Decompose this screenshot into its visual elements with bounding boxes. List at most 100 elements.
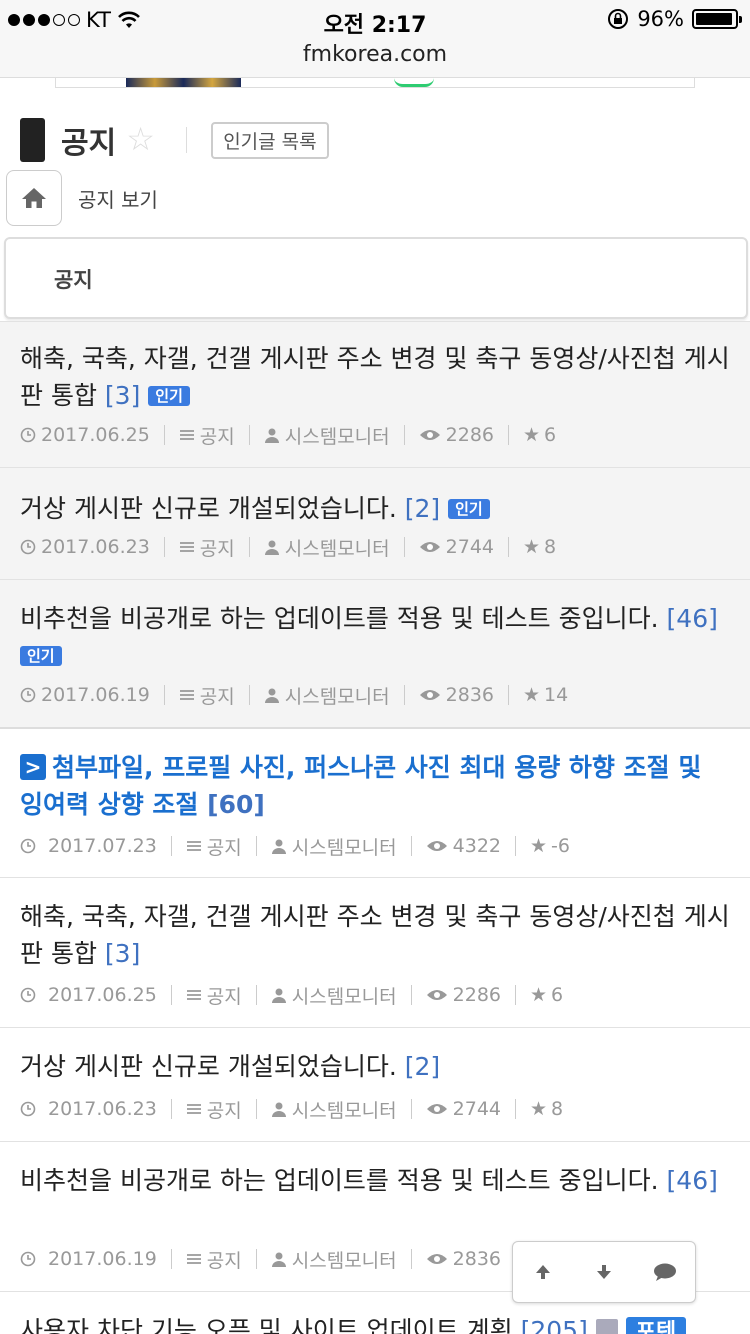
post-author[interactable]: 시스템모니터 xyxy=(285,534,390,561)
list-item[interactable]: 해축, 국축, 자갤, 건갤 게시판 주소 변경 및 축구 동영상/사진첩 게시… xyxy=(0,877,750,1027)
list-item[interactable]: 거상 게시판 신규로 개설되었습니다. [2] 2017.06.23 공지 시스… xyxy=(0,1027,750,1141)
popular-badge: 인기 xyxy=(20,646,62,666)
user-icon xyxy=(264,540,279,555)
user-icon xyxy=(264,428,279,443)
post-title[interactable]: 사용자 차단 기능 오픈 및 사이트 업데이트 계획 [205] 포텐 xyxy=(20,1312,732,1334)
view-count: 2286 xyxy=(452,984,502,1006)
comment-count[interactable]: [46] xyxy=(667,604,718,633)
post-meta: 2017.06.23 공지 시스템모니터 2744 ★ 8 xyxy=(20,1096,563,1122)
popular-badge: 인기 xyxy=(148,386,190,406)
eye-icon xyxy=(419,430,440,440)
clock-icon xyxy=(20,539,36,555)
view-count: 2286 xyxy=(445,424,495,446)
post-author[interactable]: 시스템모니터 xyxy=(292,982,397,1009)
favorite-star-icon[interactable]: ☆ xyxy=(126,123,160,157)
clock-icon xyxy=(20,838,36,854)
post-meta: 2017.06.23 공지 시스템모니터 2744 ★ 8 xyxy=(20,534,556,560)
home-button[interactable] xyxy=(6,170,62,226)
scroll-top-button[interactable] xyxy=(523,1252,563,1292)
popular-badge: 인기 xyxy=(448,499,490,519)
post-title[interactable]: 거상 게시판 신규로 개설되었습니다. [2] 인기 xyxy=(20,490,732,527)
eye-icon xyxy=(426,1254,447,1264)
view-count: 4322 xyxy=(452,835,502,857)
category-selector[interactable]: 공지 xyxy=(4,237,748,319)
star-icon: ★ xyxy=(523,536,541,558)
clock-icon xyxy=(20,1251,36,1267)
home-icon xyxy=(22,188,46,208)
post-title[interactable]: 비추천을 비공개로 하는 업데이트를 적용 및 테스트 중입니다. [46] xyxy=(20,1162,732,1199)
post-category[interactable]: 공지 xyxy=(200,682,235,709)
address-bar[interactable]: fmkorea.com xyxy=(0,40,750,78)
view-count: 2744 xyxy=(445,536,495,558)
post-author[interactable]: 시스템모니터 xyxy=(292,1246,397,1273)
board-title[interactable]: 공지 xyxy=(61,118,116,162)
user-icon xyxy=(271,1102,286,1117)
clock-icon xyxy=(20,687,36,703)
post-date: 2017.07.23 xyxy=(48,835,157,857)
category-label: 공지 xyxy=(54,268,93,292)
comment-count[interactable]: [60] xyxy=(207,790,265,819)
post-date: 2017.06.25 xyxy=(48,984,157,1006)
comment-count[interactable]: [205] xyxy=(521,1316,588,1334)
post-author[interactable]: 시스템모니터 xyxy=(285,682,390,709)
user-icon xyxy=(264,688,279,703)
poten-badge: 포텐 xyxy=(625,1317,687,1334)
eye-icon xyxy=(426,1104,447,1114)
post-title[interactable]: 비추천을 비공개로 하는 업데이트를 적용 및 테스트 중입니다. [46] 인… xyxy=(20,600,732,674)
post-title[interactable]: 거상 게시판 신규로 개설되었습니다. [2] xyxy=(20,1048,732,1085)
eye-icon xyxy=(419,690,440,700)
post-title[interactable]: 해축, 국축, 자갤, 건갤 게시판 주소 변경 및 축구 동영상/사진첩 게시… xyxy=(20,340,732,414)
star-icon: ★ xyxy=(530,1098,548,1120)
user-icon xyxy=(271,1252,286,1267)
post-category[interactable]: 공지 xyxy=(207,833,242,860)
list-item[interactable]: 해축, 국축, 자갤, 건갤 게시판 주소 변경 및 축구 동영상/사진첩 게시… xyxy=(0,321,750,467)
comment-count[interactable]: [2] xyxy=(405,1052,440,1081)
arrow-up-icon xyxy=(536,1265,551,1279)
vote-count: 6 xyxy=(544,424,557,446)
star-icon: ★ xyxy=(523,424,541,446)
post-title[interactable]: > 첨부파일, 프로필 사진, 퍼스나콘 사진 최대 용량 하향 조절 및 잉여력… xyxy=(20,749,732,823)
post-meta: 2017.06.25 공지 시스템모니터 2286 ★ 6 xyxy=(20,422,556,448)
post-meta: 2017.06.19 공지 시스템모니터 2836 xyxy=(20,1246,501,1272)
divider xyxy=(186,127,188,153)
board-icon xyxy=(20,118,45,162)
view-count: 2836 xyxy=(452,1248,502,1270)
post-author[interactable]: 시스템모니터 xyxy=(292,1096,397,1123)
comment-count[interactable]: [3] xyxy=(105,381,140,410)
list-item[interactable]: 거상 게시판 신규로 개설되었습니다. [2] 인기 2017.06.23 공지… xyxy=(0,467,750,579)
view-count: 2744 xyxy=(452,1098,502,1120)
post-date: 2017.06.25 xyxy=(41,424,150,446)
list-item[interactable]: 비추천을 비공개로 하는 업데이트를 적용 및 테스트 중입니다. [46] 인… xyxy=(0,579,750,727)
vote-count: 6 xyxy=(551,984,564,1006)
post-author[interactable]: 시스템모니터 xyxy=(292,833,397,860)
post-title[interactable]: 해축, 국축, 자갤, 건갤 게시판 주소 변경 및 축구 동영상/사진첩 게시… xyxy=(20,898,732,972)
post-author[interactable]: 시스템모니터 xyxy=(285,422,390,449)
comment-count[interactable]: [46] xyxy=(667,1166,718,1195)
popular-list-button[interactable]: 인기글 목록 xyxy=(211,121,329,159)
list-icon xyxy=(186,1104,201,1114)
home-row: 공지 보기 xyxy=(6,170,158,226)
list-icon xyxy=(179,430,194,440)
eye-icon xyxy=(419,542,440,552)
comment-count[interactable]: [3] xyxy=(105,939,140,968)
post-date: 2017.06.19 xyxy=(48,1248,157,1270)
scroll-bottom-button[interactable] xyxy=(584,1252,624,1292)
post-category[interactable]: 공지 xyxy=(207,1096,242,1123)
post-category[interactable]: 공지 xyxy=(200,534,235,561)
post-category[interactable]: 공지 xyxy=(207,982,242,1009)
list-icon xyxy=(186,1254,201,1264)
banner-ad[interactable] xyxy=(55,78,695,88)
list-icon xyxy=(186,841,201,851)
post-category[interactable]: 공지 xyxy=(200,422,235,449)
post-category[interactable]: 공지 xyxy=(207,1246,242,1273)
eye-icon xyxy=(426,990,447,1000)
list-item[interactable]: > 첨부파일, 프로필 사진, 퍼스나콘 사진 최대 용량 하향 조절 및 잉여력… xyxy=(0,727,750,877)
comment-count[interactable]: [2] xyxy=(405,494,440,523)
vote-count: 14 xyxy=(544,684,569,706)
comments-button[interactable] xyxy=(645,1252,685,1292)
view-notice-link[interactable]: 공지 보기 xyxy=(78,184,158,213)
vote-count: -6 xyxy=(551,835,570,857)
list-icon xyxy=(179,690,194,700)
save-icon xyxy=(595,1319,618,1334)
post-date: 2017.06.23 xyxy=(41,536,150,558)
